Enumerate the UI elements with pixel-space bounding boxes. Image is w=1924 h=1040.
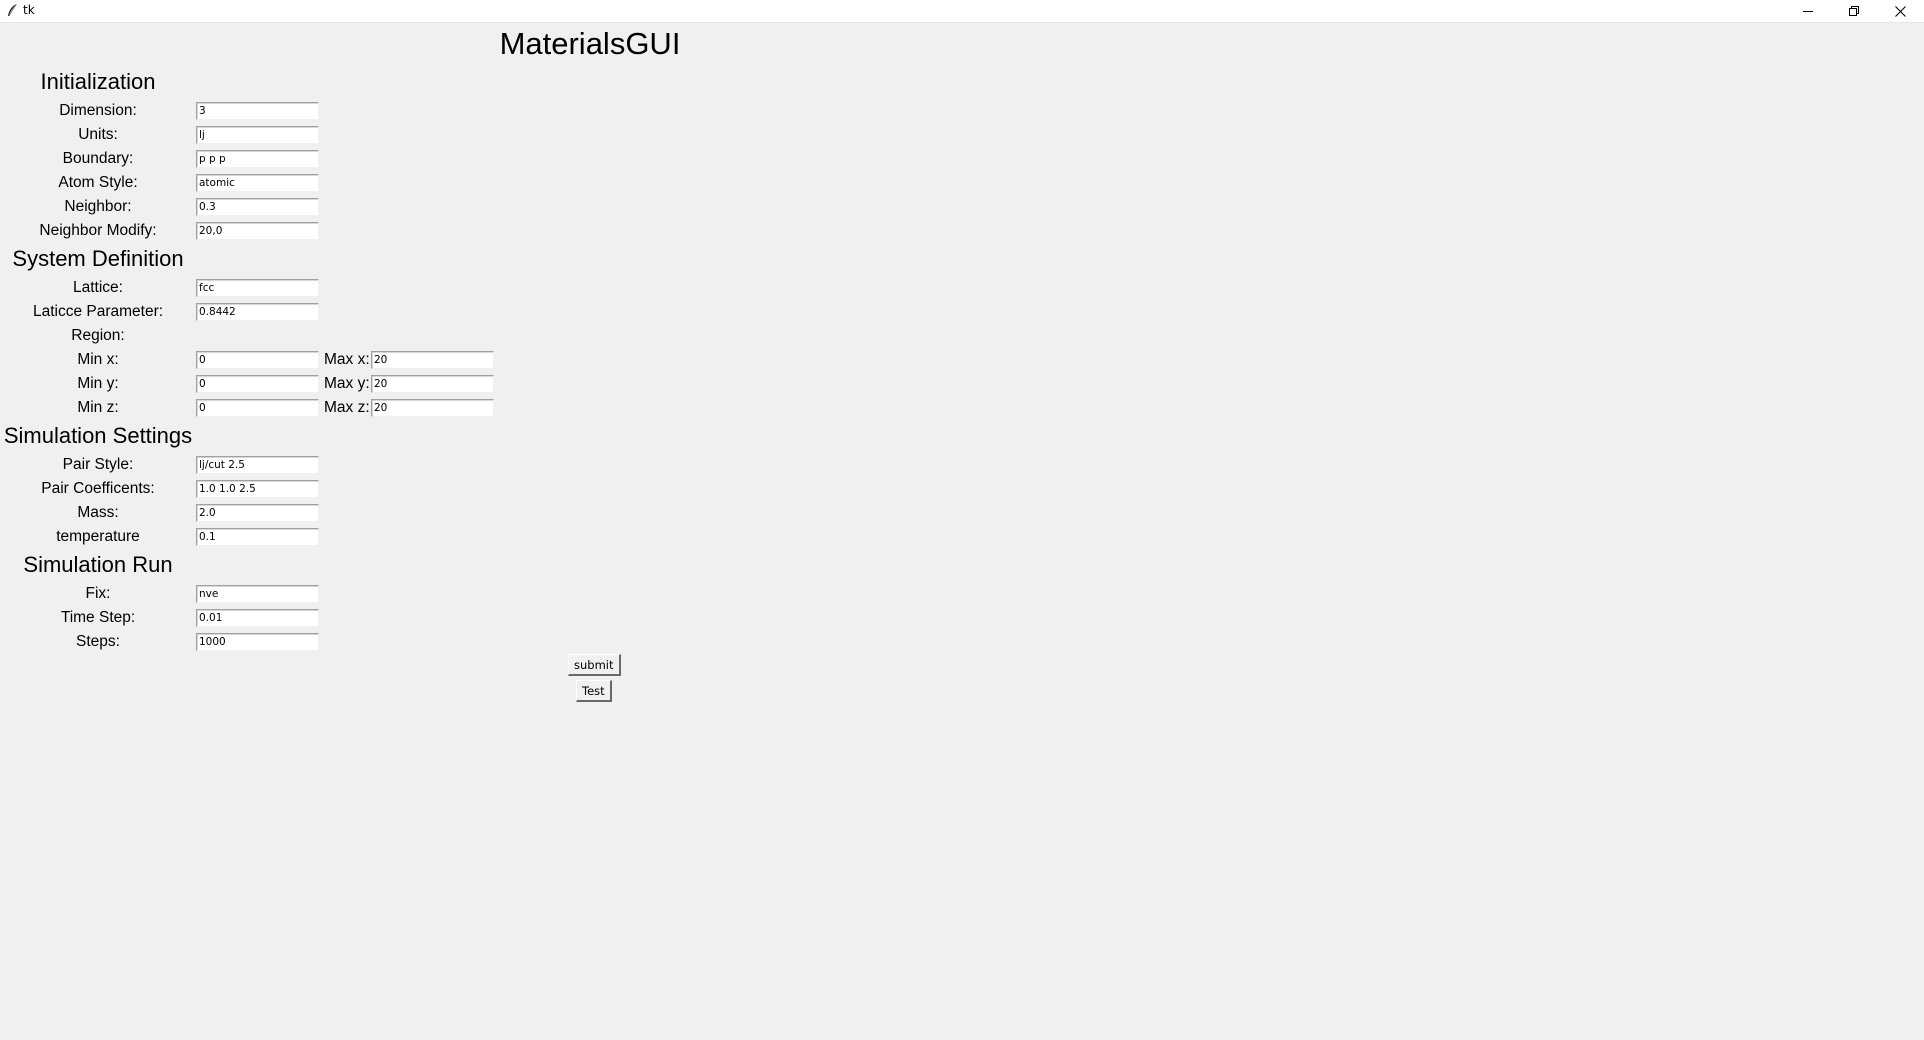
- dimension-label: Dimension:: [59, 102, 137, 119]
- window-titlebar: tk: [0, 0, 1924, 23]
- neighbor-input[interactable]: [196, 198, 319, 216]
- min-z-input[interactable]: [196, 399, 319, 417]
- restore-icon: [1849, 6, 1859, 16]
- section-initialization: Initialization: [40, 69, 156, 94]
- window-title: tk: [23, 3, 35, 17]
- min-y-label: Min y:: [77, 375, 119, 392]
- temperature-input[interactable]: [196, 528, 319, 546]
- atom-style-label: Atom Style:: [58, 174, 138, 191]
- lattice-input[interactable]: [196, 279, 319, 297]
- test-button[interactable]: Test: [576, 680, 612, 702]
- minimize-icon: [1803, 6, 1813, 16]
- pair-style-label: Pair Style:: [62, 456, 134, 473]
- section-simulation-run: Simulation Run: [23, 552, 173, 577]
- steps-label: Steps:: [76, 633, 120, 650]
- neighbor-label: Neighbor:: [64, 198, 132, 215]
- max-z-label: Max z:: [324, 399, 370, 416]
- section-simulation-settings: Simulation Settings: [3, 423, 193, 448]
- pair-style-input[interactable]: [196, 456, 319, 474]
- atom-style-input[interactable]: [196, 174, 319, 192]
- max-y-input[interactable]: [371, 375, 494, 393]
- close-button[interactable]: [1877, 0, 1923, 22]
- min-x-label: Min x:: [77, 351, 119, 368]
- time-step-label: Time Step:: [60, 609, 136, 626]
- mass-input[interactable]: [196, 504, 319, 522]
- dimension-input[interactable]: [196, 102, 319, 120]
- restore-button[interactable]: [1831, 0, 1877, 22]
- steps-input[interactable]: [196, 633, 319, 651]
- app-title: MaterialsGUI: [499, 26, 681, 61]
- units-label: Units:: [78, 126, 118, 143]
- max-x-label: Max x:: [324, 351, 370, 368]
- units-input[interactable]: [196, 126, 319, 144]
- max-y-label: Max y:: [324, 375, 370, 392]
- lattice-label: Lattice:: [73, 279, 123, 296]
- mass-label: Mass:: [77, 504, 119, 521]
- time-step-input[interactable]: [196, 609, 319, 627]
- submit-button[interactable]: submit: [568, 654, 621, 676]
- fix-input[interactable]: [196, 585, 319, 603]
- neighbor-modify-label: Neighbor Modify:: [39, 222, 157, 239]
- feather-icon: [5, 3, 19, 17]
- lattice-parameter-label: Laticce Parameter:: [32, 303, 164, 320]
- boundary-input[interactable]: [196, 150, 319, 168]
- min-z-label: Min z:: [77, 399, 119, 416]
- minimize-button[interactable]: [1785, 0, 1831, 22]
- max-z-input[interactable]: [371, 399, 494, 417]
- pair-coefficients-input[interactable]: [196, 480, 319, 498]
- fix-label: Fix:: [85, 585, 111, 602]
- region-label: Region:: [71, 327, 125, 344]
- min-y-input[interactable]: [196, 375, 319, 393]
- close-icon: [1894, 5, 1906, 17]
- lattice-parameter-input[interactable]: [196, 303, 319, 321]
- boundary-label: Boundary:: [62, 150, 134, 167]
- min-x-input[interactable]: [196, 351, 319, 369]
- temperature-label: temperature: [56, 528, 140, 545]
- section-system-definition: System Definition: [12, 246, 184, 271]
- pair-coefficients-label: Pair Coefficents:: [41, 480, 155, 497]
- max-x-input[interactable]: [371, 351, 494, 369]
- neighbor-modify-input[interactable]: [196, 222, 319, 240]
